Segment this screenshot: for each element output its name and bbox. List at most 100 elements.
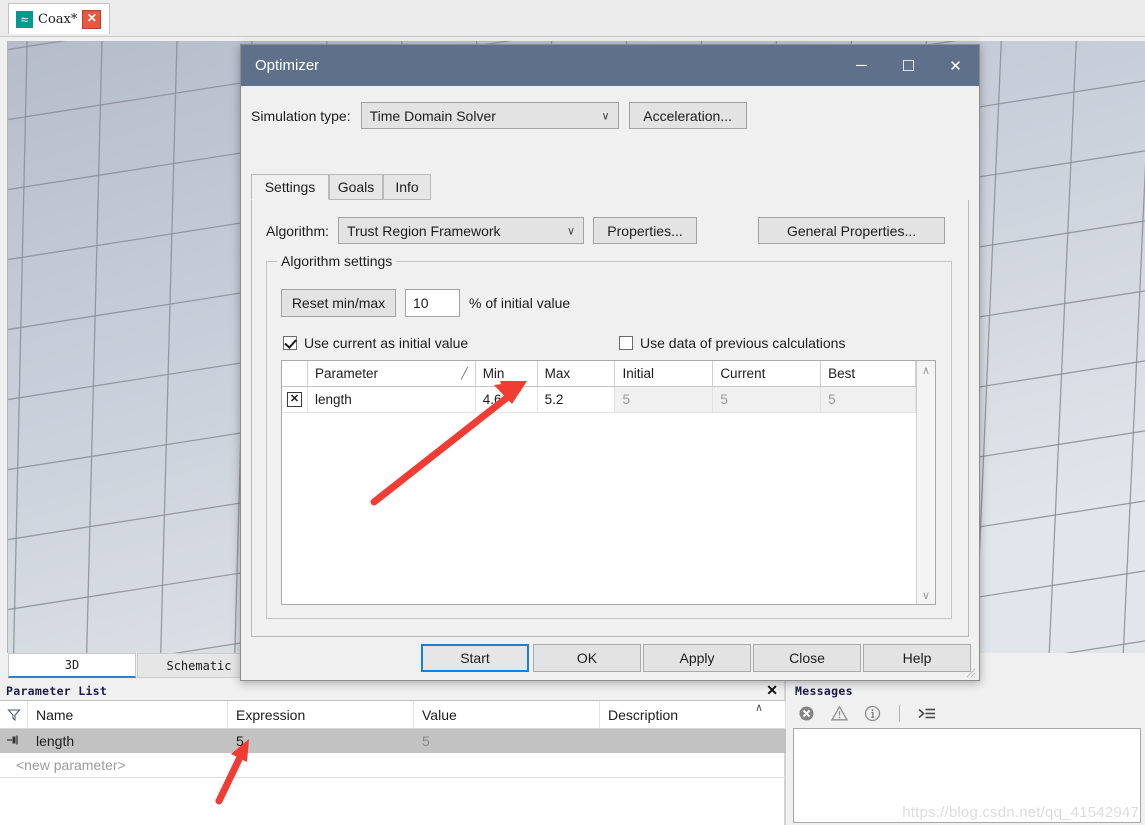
sort-ascending-icon: ╱	[461, 368, 468, 380]
reset-minmax-button-label: Reset min/max	[291, 295, 386, 311]
grid-col-min[interactable]: Min	[476, 361, 538, 386]
parameter-list-new-row[interactable]: <new parameter>	[0, 753, 786, 778]
simulation-type-select[interactable]: Time Domain Solver ∨	[360, 102, 619, 129]
grid-cell-min[interactable]: 4.6	[476, 387, 538, 412]
grid-vertical-scrollbar[interactable]: ∧ ∨	[916, 361, 935, 604]
clear-list-glyph	[918, 708, 935, 719]
optimizer-parameter-grid: Parameter ╱ Min Max Initial Current Best…	[281, 360, 936, 605]
percent-of-initial-label: % of initial value	[469, 295, 571, 311]
acceleration-button[interactable]: Acceleration...	[628, 102, 747, 129]
grid-col-enable	[282, 361, 308, 386]
view-tab-3d[interactable]: 3D	[8, 653, 136, 678]
parameter-list-col-description[interactable]: Description ∧	[600, 701, 786, 728]
close-button[interactable]: Close	[753, 644, 861, 672]
parameter-list-caption: Parameter List ✕	[0, 681, 784, 700]
clear-list-icon[interactable]	[918, 705, 935, 722]
tab-settings[interactable]: Settings	[251, 174, 329, 200]
use-current-as-initial-checkbox[interactable]: Use current as initial value	[283, 335, 468, 351]
checkbox-box-icon	[619, 336, 633, 350]
maximize-icon[interactable]: ☐	[885, 45, 932, 86]
close-icon[interactable]: ✕	[932, 45, 979, 86]
scroll-down-icon[interactable]: ∨	[917, 586, 935, 604]
tab-goals[interactable]: Goals	[329, 174, 383, 200]
document-tab-coax[interactable]: ≈ Coax* ✕	[8, 3, 111, 34]
acceleration-button-label: Acceleration...	[643, 107, 732, 124]
grid-cell-parameter: length	[308, 387, 476, 412]
grid-col-current-label: Current	[720, 366, 766, 381]
parameter-list-col-expression[interactable]: Expression	[228, 701, 414, 728]
ok-button[interactable]: OK	[533, 644, 641, 672]
reset-minmax-row: Reset min/max 10 % of initial value	[281, 289, 570, 317]
scroll-up-icon[interactable]: ∧	[917, 361, 935, 379]
pin-icon	[0, 734, 28, 749]
error-icon[interactable]	[798, 705, 815, 722]
filter-funnel-icon[interactable]	[0, 701, 28, 728]
apply-button-label: Apply	[679, 650, 715, 666]
checkbox-x-icon: ✕	[286, 392, 302, 407]
algorithm-settings-group: Algorithm settings Reset min/max 10 % of…	[266, 253, 952, 619]
grid-col-initial-label: Initial	[622, 366, 654, 381]
resize-grip-icon[interactable]	[964, 666, 976, 678]
grid-cell-current: 5	[713, 387, 822, 412]
tab-info-label: Info	[395, 179, 419, 195]
optimizer-dialog: Optimizer ─ ☐ ✕ Simulation type: Time Do…	[240, 44, 980, 681]
document-tab-close-icon[interactable]: ✕	[82, 9, 102, 29]
grid-col-best-label: Best	[828, 366, 856, 381]
start-button[interactable]: Start	[421, 644, 529, 672]
tab-settings-label: Settings	[264, 179, 316, 195]
app-root: 3D Schematic Parameter List ✕ Name Expre…	[0, 0, 1145, 825]
help-button-label: Help	[902, 650, 932, 666]
messages-title: Messages	[795, 683, 853, 698]
parameter-list-col-name-label: Name	[36, 706, 74, 723]
grid-row-enable-checkbox[interactable]: ✕	[282, 387, 308, 412]
sort-caret-icon: ∧	[754, 702, 763, 714]
reset-minmax-button[interactable]: Reset min/max	[281, 289, 396, 317]
simulation-type-value: Time Domain Solver	[369, 107, 496, 124]
properties-button[interactable]: Properties...	[593, 217, 698, 244]
grid-col-parameter[interactable]: Parameter ╱	[308, 361, 476, 386]
general-properties-button[interactable]: General Properties...	[758, 217, 946, 244]
parameter-list-col-value-label: Value	[422, 706, 457, 723]
parameter-list-col-name[interactable]: Name	[28, 701, 228, 728]
chevron-down-icon: ∨	[601, 110, 610, 122]
tab-info[interactable]: Info	[383, 174, 431, 200]
chevron-down-icon: ∨	[566, 225, 576, 237]
info-icon[interactable]	[864, 705, 881, 722]
optimizer-action-bar: Start OK Apply Close Help	[241, 644, 979, 680]
parameter-list-close-icon[interactable]: ✕	[766, 682, 778, 698]
grid-col-max[interactable]: Max	[538, 361, 616, 386]
grid-col-best[interactable]: Best	[821, 361, 916, 386]
warning-glyph	[830, 705, 849, 721]
minimize-icon[interactable]: ─	[838, 45, 885, 86]
parameter-list-cell-name: length	[36, 733, 75, 749]
algorithm-select[interactable]: Trust Region Framework ∨	[338, 217, 585, 244]
grid-cell-max[interactable]: 5.2	[538, 387, 616, 412]
simulation-type-label: Simulation type:	[251, 107, 351, 124]
messages-toolbar	[789, 700, 1145, 727]
tab-goals-label: Goals	[337, 179, 375, 195]
use-current-as-initial-label: Use current as initial value	[304, 335, 469, 351]
window-controls: ─ ☐ ✕	[838, 45, 979, 86]
help-button[interactable]: Help	[863, 644, 971, 672]
grid-col-current[interactable]: Current	[713, 361, 822, 386]
use-previous-data-checkbox[interactable]: Use data of previous calculations	[619, 335, 845, 351]
grid-col-initial[interactable]: Initial	[615, 361, 714, 386]
parameter-list-row[interactable]: length 5 5	[0, 729, 786, 753]
start-button-label: Start	[460, 650, 490, 666]
parameter-list-col-description-label: Description	[608, 706, 679, 723]
optimizer-titlebar[interactable]: Optimizer ─ ☐ ✕	[241, 45, 979, 86]
parameter-list-title: Parameter List	[6, 683, 108, 698]
properties-button-label: Properties...	[607, 222, 683, 239]
grid-row[interactable]: ✕ length 4.6 5.2 5 5 5	[282, 387, 916, 413]
warning-icon[interactable]	[830, 705, 849, 722]
parameter-list-col-value[interactable]: Value	[414, 701, 600, 728]
grid-main: Parameter ╱ Min Max Initial Current Best…	[282, 361, 916, 604]
apply-button[interactable]: Apply	[643, 644, 751, 672]
parameter-list-cell-value: 5	[422, 733, 430, 749]
error-glyph	[799, 706, 814, 721]
percent-input[interactable]: 10	[405, 289, 460, 317]
percent-input-value: 10	[413, 295, 429, 311]
algorithm-row: Algorithm: Trust Region Framework ∨ Prop…	[266, 217, 946, 244]
parameter-list-pane: Parameter List ✕ Name Expression Value D…	[0, 681, 786, 825]
close-button-label: Close	[789, 650, 825, 666]
